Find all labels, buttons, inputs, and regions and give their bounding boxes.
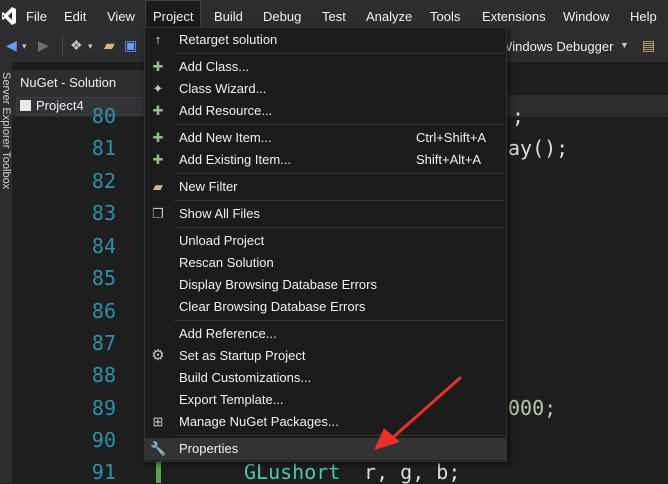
change-indicator — [156, 462, 161, 483]
gear-icon: ⚙ — [151, 347, 165, 364]
menu-item-label: Add Class... — [179, 59, 250, 74]
add-new-item-icon: ✚ — [152, 130, 164, 145]
show-all-files-icon: ❐ — [152, 206, 164, 221]
save-icon[interactable]: ▣ — [124, 37, 137, 54]
menu-separator — [174, 53, 505, 54]
menu-item-label: Export Template... — [179, 392, 284, 407]
back-dropdown-icon[interactable]: ▾ — [22, 41, 27, 52]
menu-separator — [174, 227, 505, 228]
visual-studio-logo-icon[interactable] — [2, 7, 16, 25]
menu-item-label: New Filter — [179, 179, 238, 194]
attach-icon[interactable]: ▤ — [642, 37, 655, 54]
open-folder-icon[interactable]: ▰ — [104, 37, 115, 54]
menu-separator — [174, 173, 505, 174]
line-number: 85 — [91, 266, 116, 290]
menu-help[interactable]: Help — [623, 0, 664, 32]
menu-item-label: Add Existing Item... — [179, 152, 291, 167]
menu-item-label: Clear Browsing Database Errors — [179, 299, 366, 314]
annotation-arrow — [374, 376, 462, 450]
line-number: 89 — [91, 396, 116, 420]
line-number: 81 — [91, 136, 116, 160]
line-number: 82 — [91, 169, 116, 193]
line-number: 84 — [91, 234, 116, 258]
debugger-selector[interactable]: Windows Debugger — [500, 39, 613, 54]
side-rail-tabs[interactable]: Server Explorer Toolbox — [0, 72, 12, 232]
line-number: 83 — [91, 201, 116, 225]
code-fragment: ; — [512, 104, 525, 128]
menu-item-label: Add Reference... — [179, 326, 277, 341]
add-existing-item-icon: ✚ — [152, 152, 164, 167]
menu-separator — [174, 320, 505, 321]
code-type-keyword: GLushort — [244, 460, 341, 484]
menu-item-label: Add Resource... — [179, 103, 273, 118]
menu-file[interactable]: File — [19, 0, 54, 32]
menu-separator — [174, 200, 505, 201]
add-class-icon: ✚ — [152, 59, 164, 74]
line-number: 88 — [91, 363, 116, 387]
forward-icon[interactable]: ▶ — [38, 37, 49, 54]
code-fragment: 000; — [508, 396, 557, 420]
menu-item-shortcut: Shift+Alt+A — [416, 152, 482, 167]
menu-window[interactable]: Window — [556, 0, 616, 32]
up-arrow-icon: ↑ — [154, 32, 162, 47]
menu-item-label: Unload Project — [179, 233, 265, 248]
code-fragment: r, g, b; — [352, 460, 461, 484]
toolbar-separator — [62, 36, 63, 56]
add-resource-icon: ✚ — [152, 103, 164, 118]
back-icon[interactable]: ◀ — [6, 37, 17, 54]
project-icon — [20, 100, 31, 111]
menu-item-label: Add New Item... — [179, 130, 272, 145]
new-project-icon[interactable]: ❖ — [70, 37, 83, 54]
package-icon: ⊞ — [152, 414, 164, 429]
menu-item-label: Rescan Solution — [179, 255, 274, 270]
menu-item-shortcut: Ctrl+Shift+A — [416, 130, 487, 145]
solution-tab-label: NuGet - Solution — [20, 75, 117, 90]
menu-separator — [174, 124, 505, 125]
line-number: 91 — [91, 460, 116, 484]
menu-item-label: Class Wizard... — [179, 81, 267, 96]
menu-item-label: Display Browsing Database Errors — [179, 277, 377, 292]
code-fragment: ay(); — [508, 136, 569, 160]
line-number: 86 — [91, 299, 116, 323]
line-number: 80 — [91, 104, 116, 128]
menu-item-label: Show All Files — [179, 206, 260, 221]
line-number: 87 — [91, 331, 116, 355]
menu-edit[interactable]: Edit — [57, 0, 93, 32]
line-number: 90 — [91, 428, 116, 452]
menu-view[interactable]: View — [100, 0, 142, 32]
new-filter-icon: ▰ — [153, 179, 163, 194]
debugger-dropdown-icon[interactable]: ▼ — [620, 40, 629, 50]
wrench-icon: 🔧 — [150, 441, 167, 456]
class-wizard-icon: ✦ — [152, 81, 164, 96]
menu-item-label: Manage NuGet Packages... — [179, 414, 339, 429]
menu-item-label: Retarget solution — [179, 32, 278, 47]
new-project-dropdown-icon[interactable]: ▾ — [88, 41, 93, 52]
menu-item-label: Properties — [179, 441, 239, 456]
menu-item-label: Build Customizations... — [179, 370, 312, 385]
menu-item-label: Set as Startup Project — [179, 348, 306, 363]
